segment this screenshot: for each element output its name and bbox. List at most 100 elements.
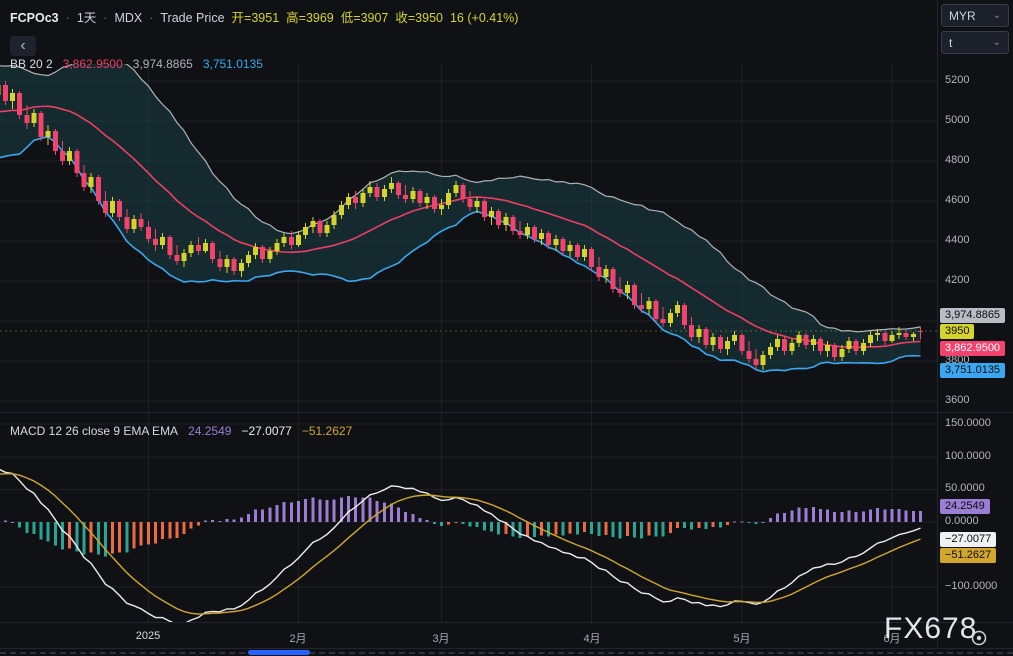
price-axis-label: 4600 (945, 194, 969, 206)
currency-dropdown[interactable]: MYR ⌄ (941, 4, 1009, 27)
macd-histogram-bar (705, 522, 708, 529)
macd-histogram-bar (762, 522, 765, 523)
macd-histogram-bar (154, 522, 157, 543)
candle (174, 255, 179, 261)
candle (654, 301, 659, 319)
pane-divider (0, 622, 1013, 623)
macd-histogram-bar (855, 512, 858, 522)
candle (561, 239, 566, 251)
time-axis-label: 4月 (583, 630, 600, 646)
candle (568, 245, 573, 251)
price-axis-label: 4200 (945, 274, 969, 286)
macd-histogram-bar (912, 511, 915, 522)
pane-divider[interactable] (0, 412, 1013, 413)
change-value: 16 (+0.41%) (450, 11, 518, 25)
candle (10, 93, 15, 101)
macd-axis-label: −100.0000 (945, 580, 997, 592)
macd-indicator-row[interactable]: MACD 12 26 close 9 EMA EMA 24.2549 −27.0… (10, 424, 352, 438)
macd-histogram-bar (569, 522, 572, 534)
candle (246, 255, 251, 263)
candle (496, 211, 501, 225)
macd-histogram-bar (869, 509, 872, 522)
unit-dropdown[interactable]: t ⌄ (941, 31, 1009, 54)
candle (110, 201, 115, 213)
macd-histogram-bar (233, 519, 236, 522)
candle (768, 347, 773, 355)
candle (611, 269, 616, 289)
macd-histogram-bar (197, 522, 200, 525)
symbol-name[interactable]: FCPOc3 (10, 11, 59, 25)
candle (718, 337, 723, 349)
macd-histogram-bar (647, 522, 650, 536)
candle (160, 237, 165, 245)
back-button[interactable]: ‹ (10, 36, 36, 56)
macd-histogram-bar (719, 522, 722, 528)
time-axis-label: 2月 (289, 630, 306, 646)
candle (911, 334, 916, 337)
unit-value: t (949, 36, 952, 50)
macd-histogram-bar (133, 522, 136, 549)
candle (489, 211, 494, 217)
interval-label[interactable]: 1天 (77, 7, 96, 26)
macd-indicator-label: MACD 12 26 close 9 EMA EMA (10, 424, 178, 438)
macd-histogram-bar (25, 522, 28, 533)
macd-histogram-bar (376, 501, 379, 522)
macd-histogram-bar (662, 522, 665, 537)
candle (3, 85, 8, 101)
candle (704, 329, 709, 345)
candle (761, 355, 766, 365)
candle (332, 215, 337, 225)
candle (646, 301, 651, 309)
price-pane[interactable] (0, 58, 937, 372)
candle (153, 239, 158, 245)
macd-histogram-bar (526, 522, 529, 536)
macd-pane[interactable] (0, 469, 922, 625)
candle (468, 199, 473, 207)
macd-histogram-bar (812, 507, 815, 522)
macd-histogram-bar (47, 522, 50, 541)
macd-histogram-bar (326, 500, 329, 522)
candle (739, 335, 744, 351)
macd-histogram-bar (247, 514, 250, 522)
candle (382, 189, 387, 197)
macd-histogram-bar (490, 522, 493, 531)
candle (639, 305, 644, 309)
macd-histogram-bar (383, 503, 386, 523)
candle (289, 237, 294, 245)
candle (196, 245, 201, 251)
close-value: 收=3950 (395, 7, 443, 26)
series-type-label: Trade Price (160, 11, 224, 25)
candle (60, 151, 65, 161)
scrollbar-track[interactable] (0, 649, 1013, 656)
candle (189, 245, 194, 253)
watermark-text: FX678 (884, 612, 977, 646)
currency-value: MYR (949, 9, 976, 23)
macd-hist-value: 24.2549 (188, 424, 231, 438)
open-value: 开=3951 (232, 7, 280, 26)
bb-upper-value: 3,974.8865 (133, 57, 193, 71)
price-badge: 3950 (940, 324, 974, 339)
macd-histogram-bar (297, 501, 300, 522)
chevron-down-icon: ⌄ (993, 38, 1001, 48)
chart-canvas[interactable] (0, 0, 1013, 656)
candle (696, 329, 701, 337)
candle (661, 319, 666, 323)
macd-histogram-bar (125, 522, 128, 553)
macd-histogram-bar (111, 522, 114, 553)
bb-lower-value: 3,751.0135 (203, 57, 263, 71)
time-scale[interactable]: 20252月3月4月5月6月 (0, 630, 937, 646)
separator-dot: · (66, 11, 70, 25)
target-icon (970, 629, 988, 647)
macd-histogram-bar (712, 522, 715, 527)
macd-histogram-bar (4, 521, 7, 523)
candle (675, 305, 680, 313)
candle (904, 333, 909, 337)
macd-histogram-bar (876, 508, 879, 522)
macd-signal-line (0, 474, 921, 614)
macd-histogram-bar (454, 522, 457, 523)
macd-histogram-bar (590, 522, 593, 534)
scrollbar-thumb[interactable] (248, 650, 310, 655)
candle (353, 197, 358, 203)
macd-histogram-bar (726, 522, 729, 525)
bb-indicator-row[interactable]: BB 20 2 3,862.9500 3,974.8865 3,751.0135 (10, 57, 263, 71)
